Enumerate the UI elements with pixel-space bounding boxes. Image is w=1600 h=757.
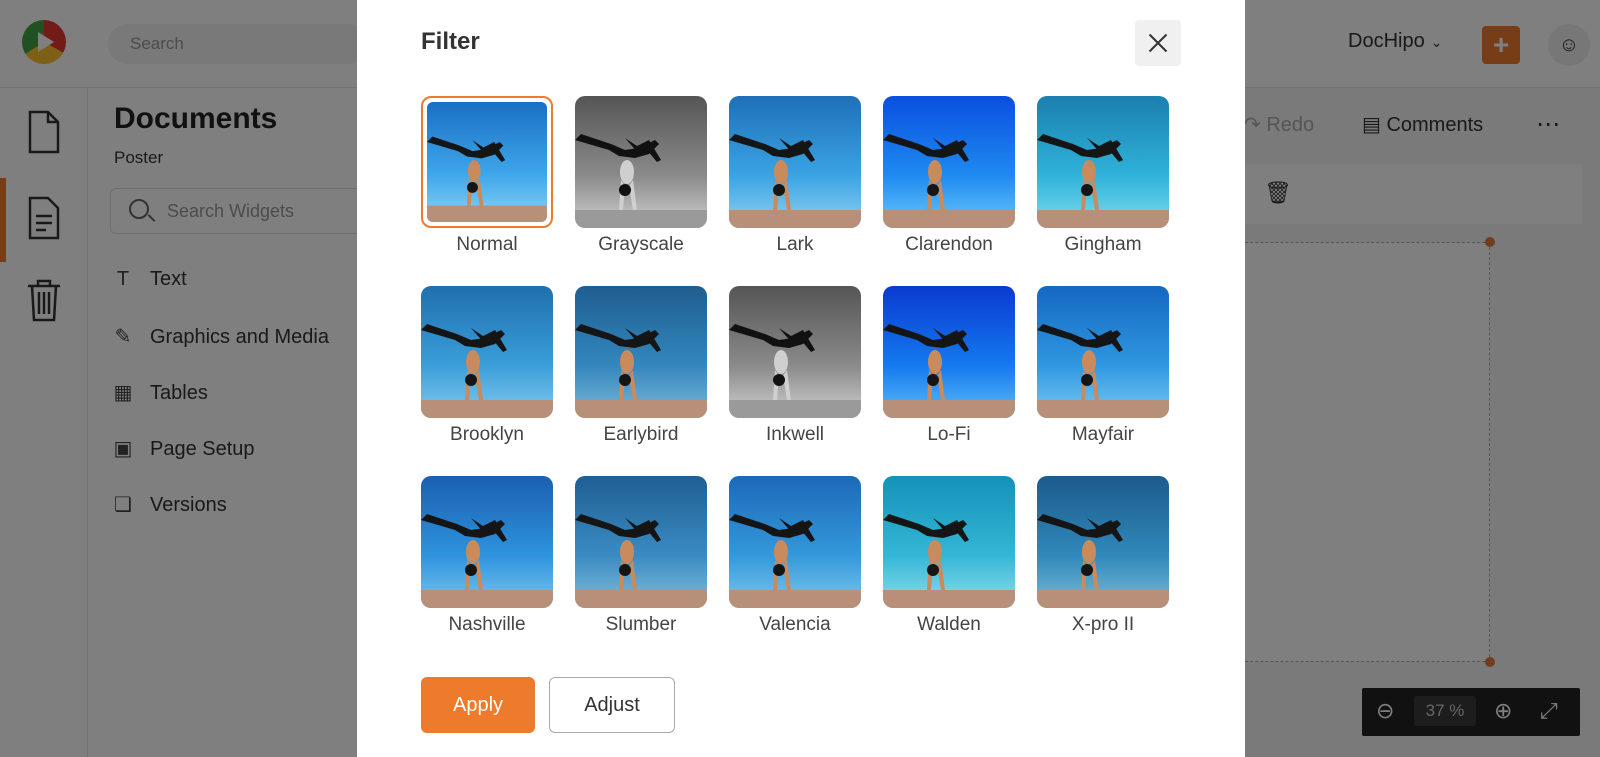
filter-option-nashville[interactable]: Nashville: [421, 476, 553, 646]
filter-thumbnail-frame: [1037, 96, 1169, 228]
filter-thumbnail: [421, 476, 553, 608]
filter-thumbnail-frame: [421, 96, 553, 228]
filter-label: Lark: [776, 234, 814, 255]
filter-thumbnail: [427, 102, 547, 222]
filter-label: Clarendon: [905, 234, 993, 255]
filter-option-lo-fi[interactable]: Lo-Fi: [883, 286, 1015, 456]
filter-thumbnail: [883, 286, 1015, 418]
filter-label: Normal: [456, 234, 518, 255]
filter-label: Nashville: [448, 614, 526, 635]
filter-thumbnail-frame: [883, 96, 1015, 228]
filter-thumbnail: [883, 96, 1015, 228]
filter-thumbnail-frame: [1037, 476, 1169, 608]
close-icon[interactable]: [1135, 20, 1181, 66]
filter-thumbnail: [575, 286, 707, 418]
filter-thumbnail-frame: [729, 476, 861, 608]
apply-button[interactable]: Apply: [421, 677, 535, 733]
filter-thumbnail-frame: [421, 286, 553, 418]
filter-thumbnail-frame: [883, 476, 1015, 608]
filter-option-grayscale[interactable]: Grayscale: [575, 96, 707, 266]
filter-thumbnail: [1037, 286, 1169, 418]
adjust-button[interactable]: Adjust: [549, 677, 675, 733]
filter-label: Slumber: [605, 614, 677, 635]
filter-label: Mayfair: [1071, 424, 1135, 445]
filter-thumbnail: [1037, 96, 1169, 228]
filter-option-walden[interactable]: Walden: [883, 476, 1015, 646]
filter-label: Earlybird: [603, 424, 679, 445]
filter-option-x-pro-ii[interactable]: X-pro II: [1037, 476, 1169, 646]
filter-label: Lo-Fi: [927, 424, 971, 445]
filter-thumbnail-frame: [575, 286, 707, 418]
filter-label: X-pro II: [1071, 614, 1135, 635]
filter-label: Gingham: [1064, 234, 1142, 255]
filter-thumbnail-frame: [575, 476, 707, 608]
filter-thumbnail-frame: [729, 286, 861, 418]
filter-thumbnail-frame: [421, 476, 553, 608]
filter-option-valencia[interactable]: Valencia: [729, 476, 861, 646]
filter-option-clarendon[interactable]: Clarendon: [883, 96, 1015, 266]
filter-label: Walden: [917, 614, 981, 635]
filter-thumbnail: [729, 286, 861, 418]
modal-title: Filter: [421, 28, 480, 55]
filter-thumbnail: [421, 286, 553, 418]
filter-option-brooklyn[interactable]: Brooklyn: [421, 286, 553, 456]
filter-thumbnail: [729, 476, 861, 608]
filter-option-normal[interactable]: Normal: [421, 96, 553, 266]
filter-option-mayfair[interactable]: Mayfair: [1037, 286, 1169, 456]
filter-option-lark[interactable]: Lark: [729, 96, 861, 266]
filter-thumbnail-frame: [729, 96, 861, 228]
filter-label: Brooklyn: [450, 424, 524, 445]
filter-thumbnail: [1037, 476, 1169, 608]
filter-thumbnail-frame: [883, 286, 1015, 418]
filter-modal: Filter Normal Grayscale Lark Clarendon Gingh…: [357, 0, 1245, 757]
filter-option-inkwell[interactable]: Inkwell: [729, 286, 861, 456]
filter-label: Grayscale: [598, 234, 684, 255]
filter-label: Valencia: [759, 614, 831, 635]
filter-thumbnail: [575, 476, 707, 608]
filter-label: Inkwell: [765, 424, 825, 445]
filter-thumbnail: [575, 96, 707, 228]
filter-thumbnail: [883, 476, 1015, 608]
filter-option-slumber[interactable]: Slumber: [575, 476, 707, 646]
filter-thumbnail: [729, 96, 861, 228]
filter-option-earlybird[interactable]: Earlybird: [575, 286, 707, 456]
filter-thumbnail-frame: [1037, 286, 1169, 418]
filter-option-gingham[interactable]: Gingham: [1037, 96, 1169, 266]
filter-thumbnail-frame: [575, 96, 707, 228]
